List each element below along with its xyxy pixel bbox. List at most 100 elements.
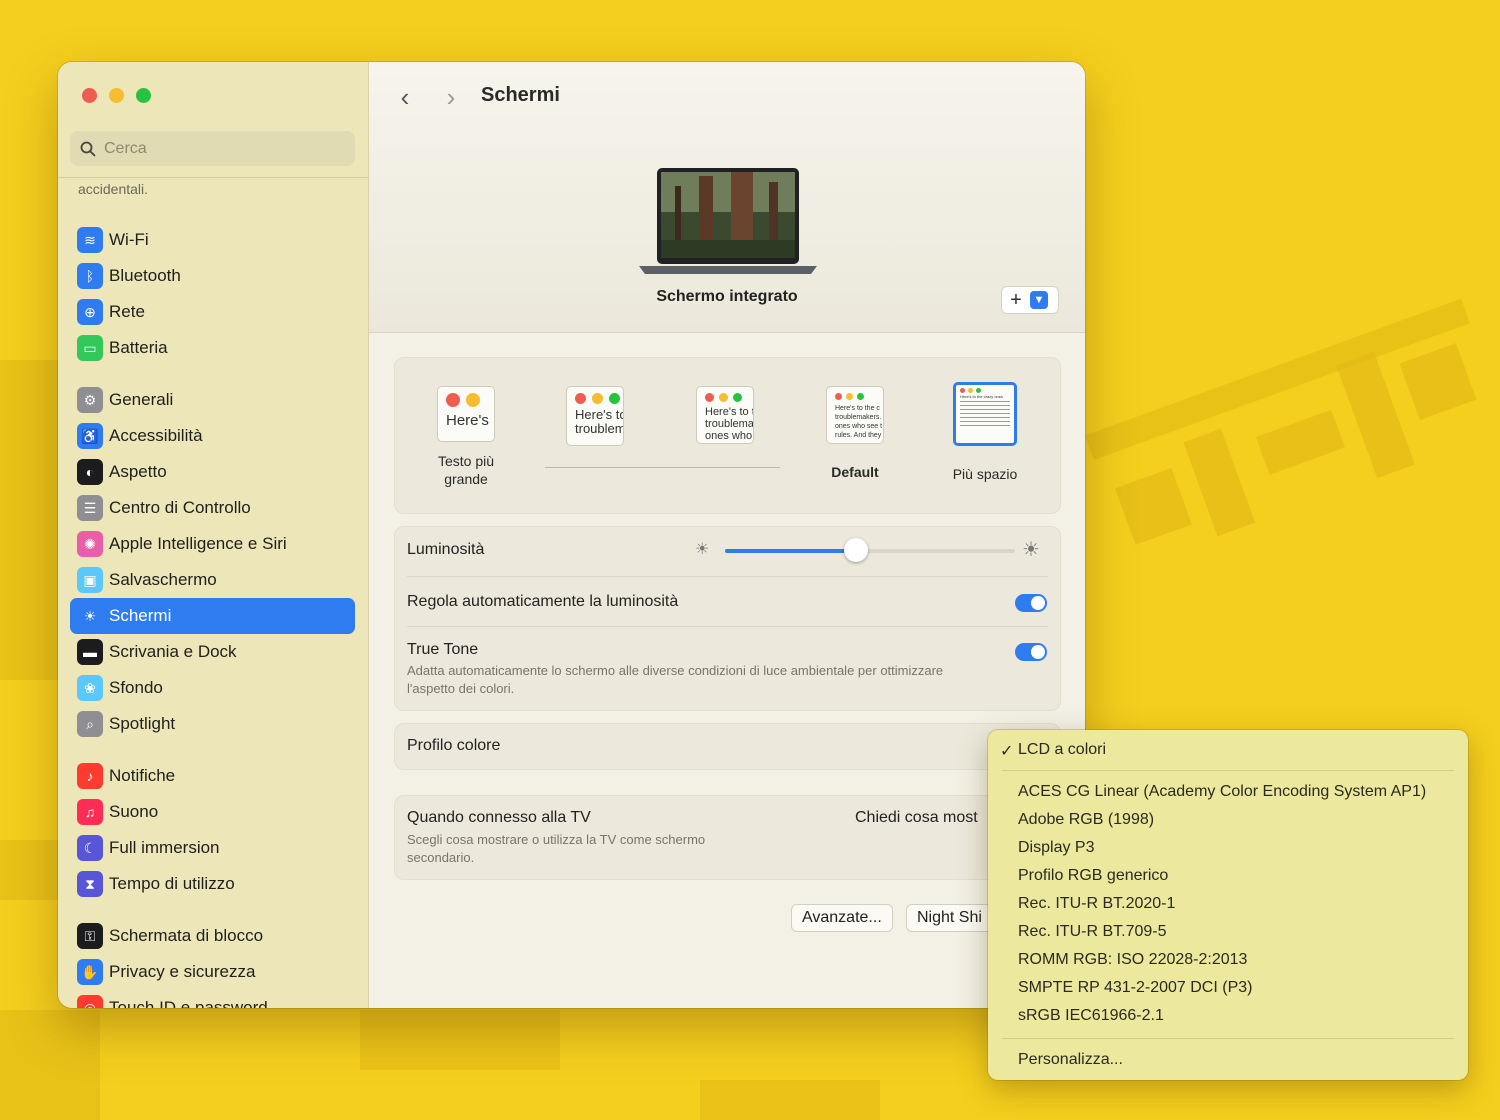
- search-icon: [80, 141, 96, 156]
- sidebar-item-label: Scrivania e Dock: [109, 642, 237, 661]
- advanced-button[interactable]: Avanzate...: [791, 904, 893, 932]
- resolution-option-2[interactable]: Here's to troublem: [565, 386, 625, 446]
- auto-brightness-label: Regola automaticamente la luminosità: [407, 593, 679, 610]
- true-tone-toggle[interactable]: [1015, 643, 1047, 661]
- search-input[interactable]: Cerca: [70, 131, 355, 166]
- lock-icon: ⚿: [77, 923, 103, 949]
- brightness-slider[interactable]: [725, 538, 1015, 562]
- minimize-button[interactable]: [109, 88, 124, 103]
- sidebar-item-label: Batteria: [109, 338, 168, 357]
- sidebar-item-schermi[interactable]: ☀ Schermi: [70, 598, 355, 634]
- forward-button[interactable]: ›: [439, 82, 463, 113]
- sidebar-item-label: Spotlight: [109, 714, 176, 733]
- menu-item-color-profile[interactable]: ROMM RGB: ISO 22028-2:2013: [1018, 951, 1247, 969]
- auto-brightness-toggle[interactable]: [1015, 594, 1047, 612]
- sidebar-item-centro-di-controllo[interactable]: ☰ Centro di Controllo: [70, 490, 355, 526]
- sidebar-item-label: Centro di Controllo: [109, 498, 251, 517]
- true-tone-label: True Tone: [407, 641, 479, 658]
- menu-item-color-profile[interactable]: ACES CG Linear (Academy Color Encoding S…: [1018, 783, 1426, 801]
- sidebar-item-full-immersion[interactable]: ☾ Full immersion: [70, 830, 355, 866]
- sidebar-cut-text: accidentali.: [78, 181, 149, 197]
- resolution-option-default[interactable]: Here's to the c troublemakers. ones who …: [817, 386, 893, 480]
- sidebar-item-aspetto[interactable]: ◐ Aspetto: [70, 454, 355, 490]
- bluetooth-icon: ᛒ: [77, 263, 103, 289]
- resolution-preview: Here's to t troublema ones who: [696, 386, 754, 444]
- sidebar-item-suono[interactable]: ♫ Suono: [70, 794, 355, 830]
- zoom-button[interactable]: [136, 88, 151, 103]
- menu-item-color-profile[interactable]: Adobe RGB (1998): [1018, 811, 1154, 829]
- sidebar-item-label: Full immersion: [109, 838, 220, 857]
- resolution-label: Più spazio: [952, 466, 1018, 482]
- menu-item-color-profile[interactable]: sRGB IEC61966-2.1: [1018, 1007, 1164, 1025]
- sidebar-item-label: Bluetooth: [109, 266, 181, 285]
- menu-item-color-profile[interactable]: Display P3: [1018, 839, 1094, 857]
- sidebar-item-scrivania-e-dock[interactable]: ▬ Scrivania e Dock: [70, 634, 355, 670]
- sidebar-item-generali[interactable]: ⚙ Generali: [70, 382, 355, 418]
- night-shift-button[interactable]: Night Shi: [906, 904, 997, 932]
- sidebar-item-tempo-di-utilizzo[interactable]: ⧗ Tempo di utilizzo: [70, 866, 355, 902]
- sidebar-item-label: Wi-Fi: [109, 230, 149, 249]
- tv-popup-button[interactable]: Chiedi cosa most: [855, 809, 978, 827]
- resolution-option-larger-text[interactable]: Here's Testo più grande: [425, 386, 507, 488]
- back-button[interactable]: ‹: [393, 82, 417, 113]
- sidebar-item-schermata-di-blocco[interactable]: ⚿ Schermata di blocco: [70, 918, 355, 954]
- preview-text: Here's: [446, 412, 489, 429]
- sidebar-item-label: Tempo di utilizzo: [109, 874, 235, 893]
- sidebar-item-spotlight[interactable]: ⌕ Spotlight: [70, 706, 355, 742]
- resolution-option-3[interactable]: Here's to t troublema ones who: [695, 386, 755, 444]
- add-display-button[interactable]: +: [1002, 288, 1030, 312]
- sidebar-item-batteria[interactable]: ▭ Batteria: [70, 330, 355, 366]
- menu-item-color-profile[interactable]: Rec. ITU-R BT.709-5: [1018, 923, 1166, 941]
- sidebar-item-accessibilit-[interactable]: ♿ Accessibilità: [70, 418, 355, 454]
- sidebar-item-privacy-e-sicurezza[interactable]: ✋ Privacy e sicurezza: [70, 954, 355, 990]
- preview-text: Here's to the c troublemakers. ones who …: [835, 405, 883, 440]
- magnifier-icon: ⌕: [77, 711, 103, 737]
- brightness-slider-knob[interactable]: [843, 538, 868, 562]
- speaker-icon: ♫: [77, 799, 103, 825]
- resolution-label: Testo più grande: [437, 453, 495, 487]
- main-pane: ‹ › Schermi Schermo integrato + ▼ Here's…: [369, 62, 1085, 1008]
- sidebar-item-notifiche[interactable]: ♪ Notifiche: [70, 758, 355, 794]
- close-button[interactable]: [82, 88, 97, 103]
- wallpaper-icon: ❀: [77, 675, 103, 701]
- color-profile-menu: ✓ LCD a colori ACES CG Linear (Academy C…: [988, 730, 1468, 1080]
- chevron-down-icon[interactable]: ▼: [1030, 291, 1048, 309]
- screensaver-icon: ▣: [77, 567, 103, 593]
- sidebar-item-salvaschermo[interactable]: ▣ Salvaschermo: [70, 562, 355, 598]
- control-center-icon: ☰: [77, 495, 103, 521]
- battery-icon: ▭: [77, 335, 103, 361]
- sidebar-item-label: Generali: [109, 390, 174, 409]
- sidebar-item-bluetooth[interactable]: ᛒ Bluetooth: [70, 258, 355, 294]
- resolution-panel: Here's Testo più grande Here's to troubl…: [394, 357, 1061, 514]
- menu-item-color-profile[interactable]: SMPTE RP 431-2-2007 DCI (P3): [1018, 979, 1252, 997]
- preview-text: Here's to t troublema ones who: [705, 406, 754, 443]
- display-name: Schermo integrato: [656, 288, 798, 305]
- sidebar-item-label: Suono: [109, 802, 159, 821]
- menu-item-color-profile[interactable]: Rec. ITU-R BT.2020-1: [1018, 895, 1175, 913]
- sidebar-item-touch-id-e-password[interactable]: ◎ Touch ID e password: [70, 990, 355, 1008]
- resolution-preview: Here's to the crazy ones: [953, 382, 1017, 446]
- sidebar-item-label: Rete: [109, 302, 145, 321]
- sidebar-item-label: Privacy e sicurezza: [109, 962, 256, 981]
- add-display-control[interactable]: + ▼: [1001, 286, 1059, 314]
- preview-text: Here's to troublem: [575, 407, 624, 437]
- color-profile-panel: Profilo colore: [394, 723, 1061, 770]
- gear-icon: ⚙: [77, 387, 103, 413]
- menu-item-color-profile[interactable]: Profilo RGB generico: [1018, 867, 1168, 885]
- sidebar-item-sfondo[interactable]: ❀ Sfondo: [70, 670, 355, 706]
- sun-large-icon: ☀: [1022, 539, 1040, 561]
- bell-icon: ♪: [77, 763, 103, 789]
- laptop-icon: [639, 168, 817, 274]
- true-tone-description: Adatta automaticamente lo schermo alle d…: [407, 663, 944, 696]
- menu-separator: [1002, 770, 1454, 771]
- menu-item-customize[interactable]: Personalizza...: [1018, 1051, 1123, 1069]
- sidebar-item-rete[interactable]: ⊕ Rete: [70, 294, 355, 330]
- appearance-icon: ◐: [77, 459, 103, 485]
- sidebar-item-wi-fi[interactable]: ≋ Wi-Fi: [70, 222, 355, 258]
- resolution-option-more-space[interactable]: Here's to the crazy ones Più spazio: [945, 382, 1025, 482]
- tv-label: Quando connesso alla TV: [407, 809, 591, 826]
- menu-item-selected[interactable]: LCD a colori: [1018, 741, 1106, 759]
- accessibility-icon: ♿: [77, 423, 103, 449]
- checkmark-icon: ✓: [1000, 743, 1014, 760]
- sidebar-item-apple-intelligence-e-siri[interactable]: ✺ Apple Intelligence e Siri: [70, 526, 355, 562]
